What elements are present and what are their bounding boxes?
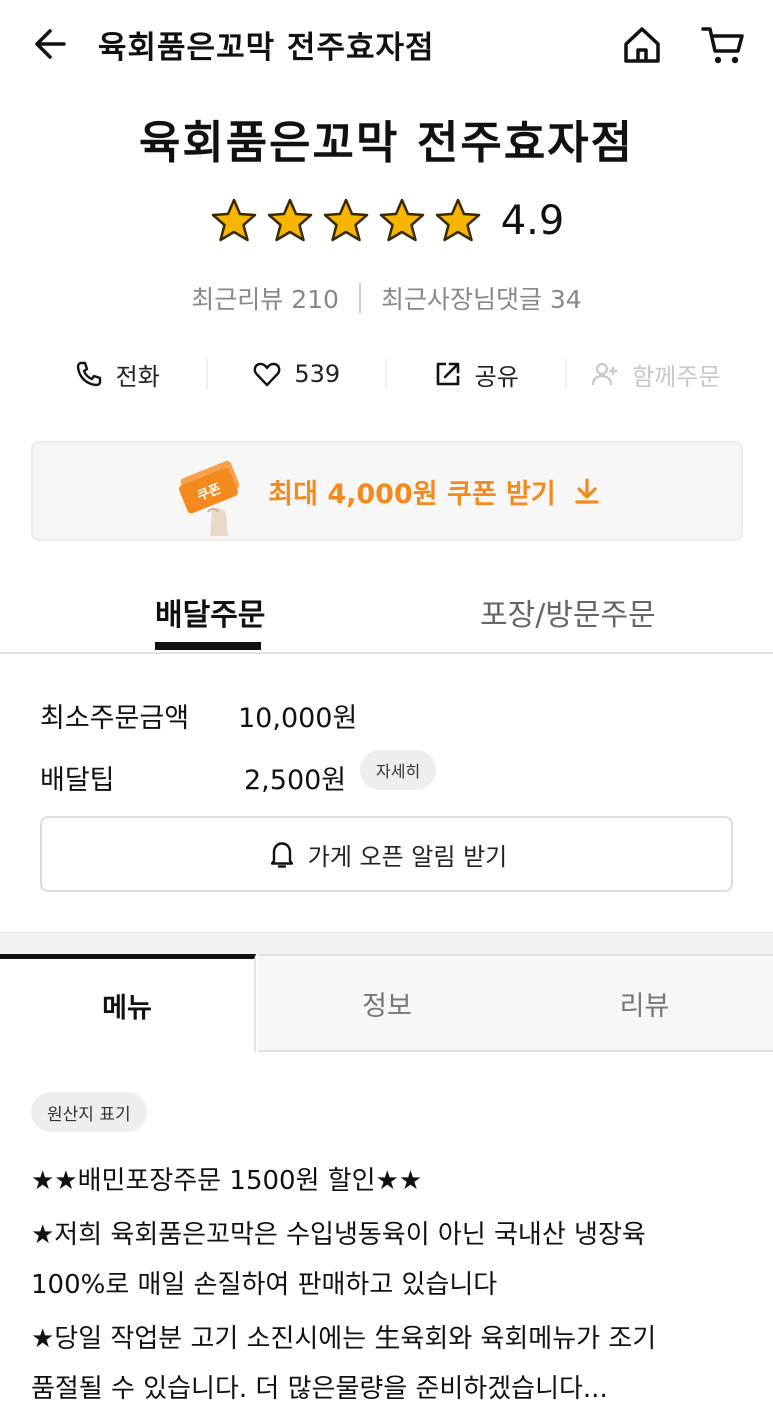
heart-icon bbox=[253, 362, 281, 387]
home-icon[interactable] bbox=[620, 24, 664, 66]
open-alert-label: 가게 오픈 알림 받기 bbox=[307, 842, 508, 871]
star-icon bbox=[379, 198, 424, 242]
download-icon bbox=[575, 478, 599, 504]
like-button[interactable]: 539 bbox=[208, 359, 386, 389]
share-button[interactable]: 공유 bbox=[387, 357, 565, 392]
origin-label-button[interactable]: 원산지 표기 bbox=[31, 1092, 147, 1132]
rating-value: 4.9 bbox=[500, 198, 565, 244]
add-user-icon bbox=[591, 362, 618, 386]
bell-icon bbox=[270, 842, 293, 868]
section-divider bbox=[0, 932, 773, 954]
header-title: 육회품은꼬막 전주효자점 bbox=[98, 30, 435, 66]
tab-reviews[interactable]: 리뷰 bbox=[516, 954, 773, 1052]
star-icon bbox=[211, 198, 256, 242]
delivery-tip-value: 2,500원 bbox=[244, 765, 347, 796]
tab-delivery[interactable]: 배달주문 bbox=[155, 590, 265, 634]
notice-line: ★당일 작업분 고기 소진시에는 生육회와 육회메뉴가 조기 bbox=[31, 1324, 657, 1354]
coupon-ticket-icon: 쿠폰 bbox=[179, 460, 240, 536]
coupon-label: 최대 4,000원 쿠폰 받기 bbox=[268, 478, 556, 510]
star-icon bbox=[323, 198, 368, 242]
top-bar: 육회품은꼬막 전주효자점 bbox=[0, 0, 773, 88]
back-arrow-icon[interactable] bbox=[30, 24, 70, 64]
group-order-button[interactable]: 함께주문 bbox=[567, 357, 745, 392]
phone-icon bbox=[76, 361, 101, 387]
call-label: 전화 bbox=[115, 362, 160, 391]
delivery-tip-detail-button[interactable]: 자세히 bbox=[360, 750, 437, 790]
rating-row: 4.9 bbox=[0, 196, 773, 246]
star-icon bbox=[435, 198, 480, 242]
tab-info[interactable]: 정보 bbox=[258, 954, 516, 1052]
delivery-tip-label: 배달팁 bbox=[40, 765, 115, 796]
coupon-banner[interactable]: 쿠폰 최대 4,000원 쿠폰 받기 bbox=[31, 441, 743, 541]
content-tabs: 메뉴 정보 리뷰 bbox=[0, 954, 773, 1052]
min-order-label: 최소주문금액 bbox=[40, 703, 190, 734]
tab-pickup[interactable]: 포장/방문주문 bbox=[480, 590, 656, 634]
review-counts: 최근리뷰 210 최근사장님댓글 34 bbox=[0, 280, 773, 316]
group-order-label: 함께주문 bbox=[632, 362, 721, 391]
star-icon bbox=[267, 198, 312, 242]
min-order-value: 10,000원 bbox=[238, 703, 358, 734]
divider bbox=[358, 283, 361, 313]
notice-line: 품절될 수 있습니다. 더 많은물량을 준비하겠습니다... bbox=[31, 1374, 608, 1402]
like-count: 539 bbox=[294, 360, 341, 388]
share-icon bbox=[436, 362, 459, 386]
tab-menu[interactable]: 메뉴 bbox=[0, 954, 256, 1052]
recent-review-count[interactable]: 최근리뷰 210 bbox=[191, 280, 339, 316]
open-alert-button[interactable]: 가게 오픈 알림 받기 bbox=[40, 816, 733, 892]
rating-stars bbox=[209, 196, 483, 246]
store-name: 육회품은꼬막 전주효자점 bbox=[138, 116, 635, 169]
notice-line: 100%로 매일 손질하여 판매하고 있습니다 bbox=[31, 1270, 498, 1300]
store-actions: 전화 539 공유 함께주문 bbox=[28, 352, 744, 396]
share-label: 공유 bbox=[474, 362, 519, 391]
notice-line: ★저희 육회품은꼬막은 수입냉동육이 아닌 국내산 냉장육 bbox=[31, 1220, 646, 1250]
cart-icon[interactable] bbox=[700, 24, 746, 66]
active-tab-indicator bbox=[155, 642, 261, 650]
order-type-tabs: 배달주문 포장/방문주문 bbox=[0, 580, 773, 654]
owner-reply-count[interactable]: 최근사장님댓글 34 bbox=[381, 280, 582, 316]
store-notice: ★★배민포장주문 1500원 할인★★ ★저희 육회품은꼬막은 수입냉동육이 아… bbox=[31, 1156, 751, 1402]
notice-line: ★★배민포장주문 1500원 할인★★ bbox=[31, 1166, 423, 1196]
call-button[interactable]: 전화 bbox=[28, 357, 206, 392]
